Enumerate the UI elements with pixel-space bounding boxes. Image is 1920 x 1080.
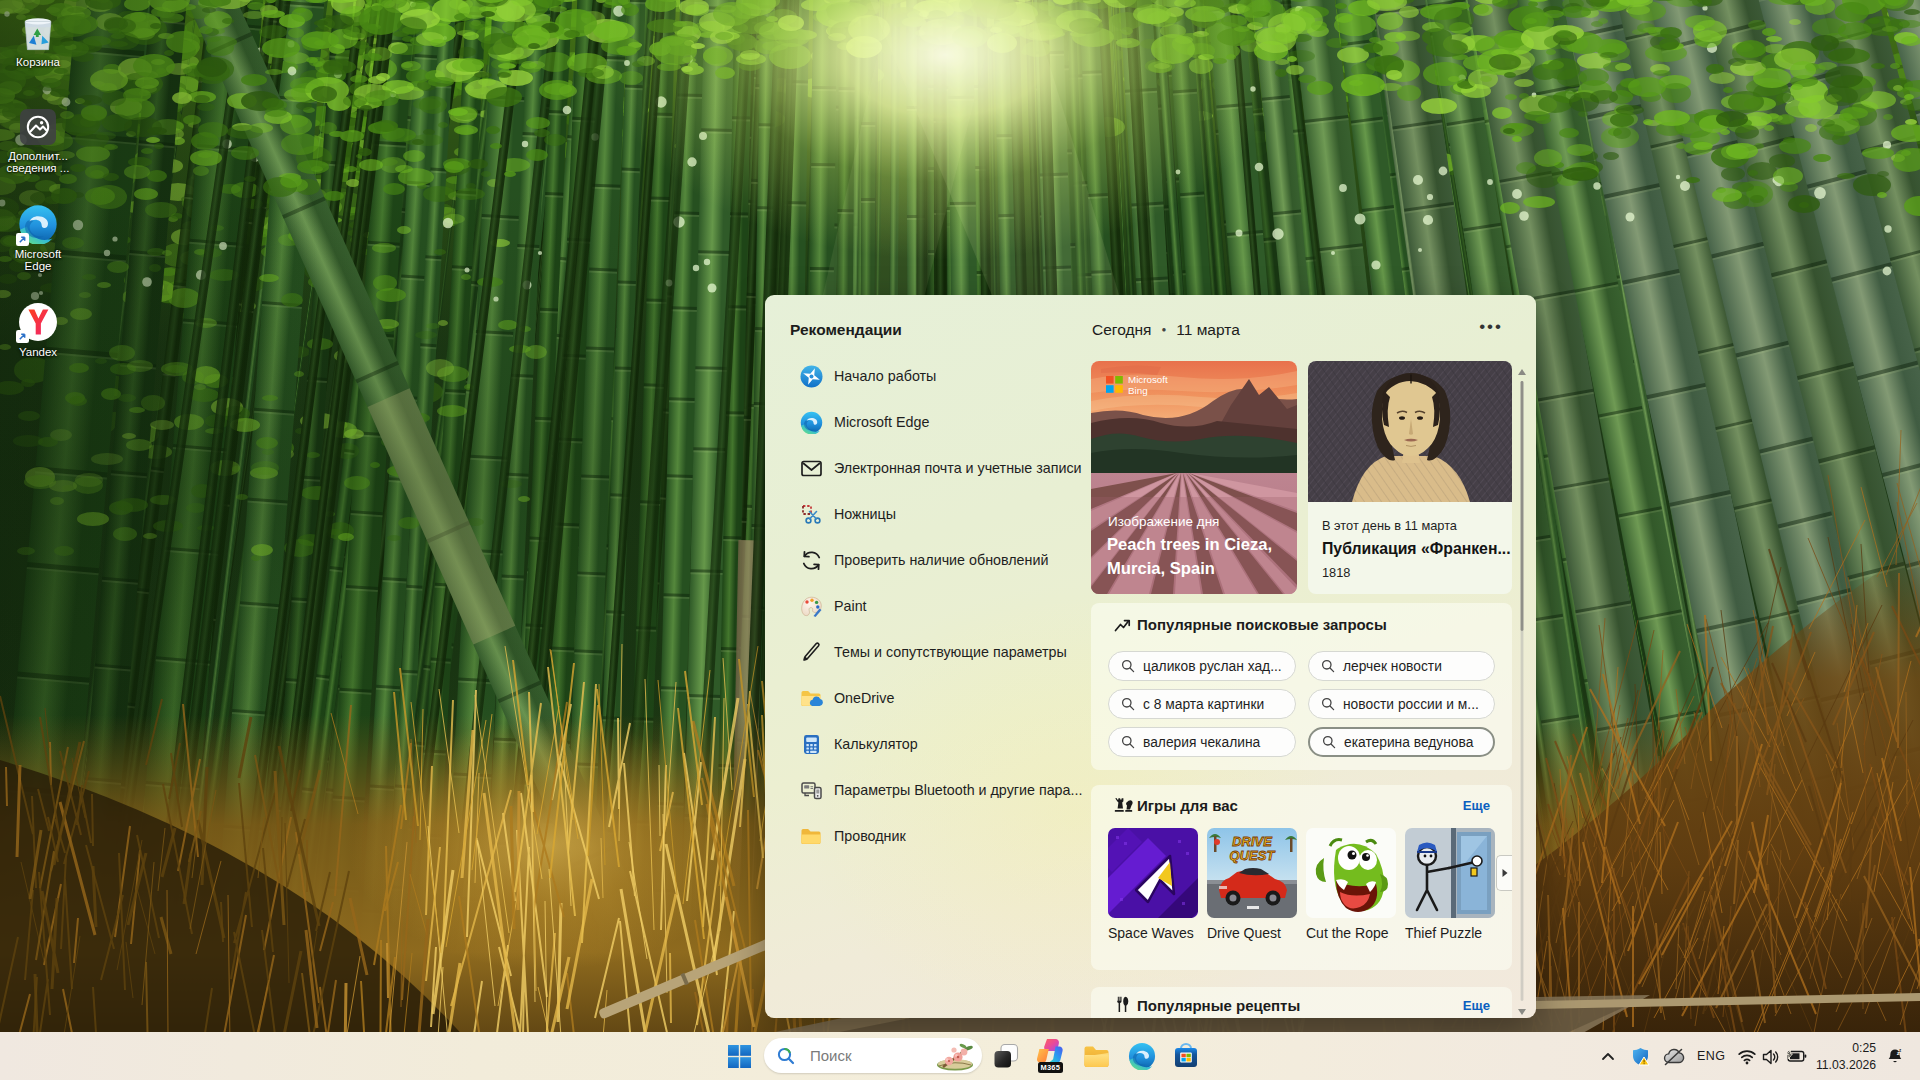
svg-text:z: z [1899, 1048, 1902, 1053]
svg-text:Peach trees in Cieza,: Peach trees in Cieza, [1107, 535, 1272, 554]
svg-text:Murcia, Spain: Murcia, Spain [1107, 559, 1215, 578]
svg-text:Microsoft: Microsoft [1128, 374, 1168, 385]
svg-text:Изображение дня: Изображение дня [1108, 514, 1219, 529]
svg-text:QUEST: QUEST [1230, 848, 1276, 863]
svg-text:Bing: Bing [1128, 385, 1148, 396]
svg-text:DRIVE: DRIVE [1232, 834, 1272, 849]
